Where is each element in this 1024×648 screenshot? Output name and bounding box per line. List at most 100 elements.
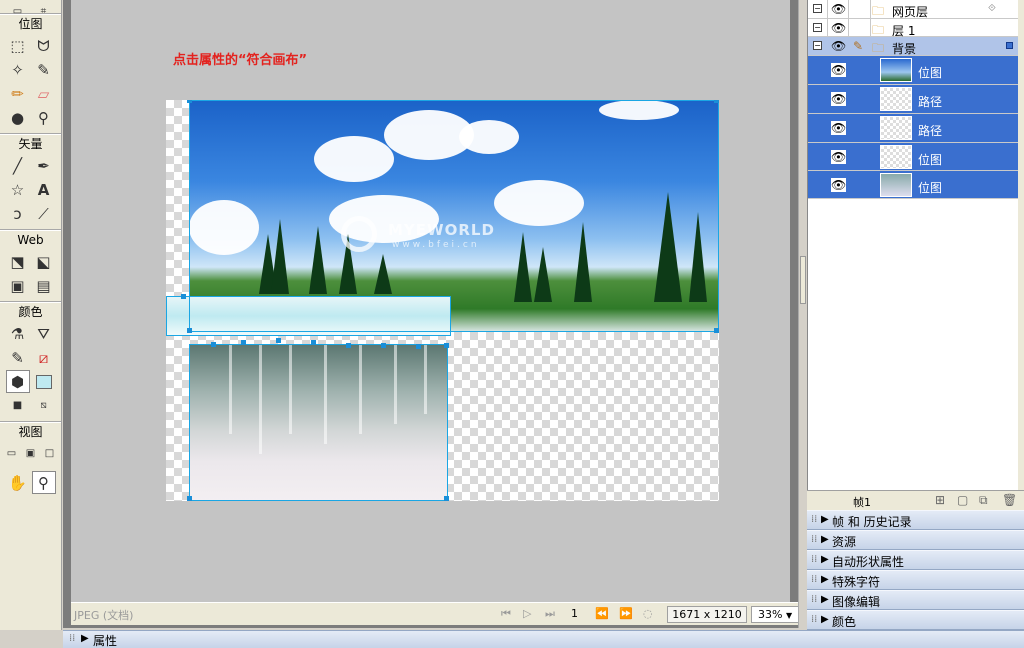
next-frame-icon[interactable]: ⏩ <box>619 607 633 620</box>
panel-frames-history[interactable]: ⁞⁞ ▶ 帧 和 历史记录 <box>807 510 1024 530</box>
paint-bucket-icon[interactable]: ⛛ <box>32 322 56 345</box>
zoom-select[interactable]: 33% ▼ <box>751 606 799 623</box>
magic-wand-icon[interactable]: ✧ <box>6 58 30 81</box>
slice-icon[interactable]: ⬕ <box>32 250 56 273</box>
panel-colors[interactable]: ⁞⁞ ▶ 颜色 <box>807 610 1024 630</box>
lasso-icon[interactable]: ᗢ <box>32 34 56 57</box>
eye-icon[interactable]: 👁 <box>831 39 846 53</box>
default-colors-icon[interactable]: ■ <box>6 394 30 417</box>
object-row[interactable]: 👁 位图 <box>808 171 1019 199</box>
brush-icon[interactable]: ✎ <box>32 58 56 81</box>
layer-row-active[interactable]: − 👁 ✎ 🗀 背景 <box>808 37 1019 56</box>
fill-swatch[interactable] <box>32 370 56 393</box>
collapse-icon[interactable]: − <box>813 23 822 32</box>
duplicate-icon[interactable]: ⧉ <box>979 493 988 508</box>
path-point[interactable] <box>416 344 421 349</box>
play-icon[interactable]: ▷ <box>523 607 531 620</box>
panel-special-chars[interactable]: ⁞⁞ ▶ 特殊字符 <box>807 570 1024 590</box>
expand-arrow-icon[interactable]: ▶ <box>821 594 829 605</box>
fill-color-icon[interactable]: ⬢ <box>5 370 30 393</box>
zoom-icon[interactable]: ⚲ <box>31 471 56 494</box>
canvas-dimensions[interactable]: 1671 x 1210 <box>667 606 747 623</box>
selection-handle[interactable] <box>181 294 186 299</box>
panel-autoshape[interactable]: ⁞⁞ ▶ 自动形状属性 <box>807 550 1024 570</box>
last-frame-icon[interactable]: ⏭ <box>545 607 555 621</box>
eye-icon[interactable]: 👁 <box>831 2 846 16</box>
trash-icon[interactable]: 🗑 <box>1002 493 1017 507</box>
fullscreen-icon[interactable]: □ <box>41 442 59 465</box>
layer-row[interactable]: − 👁 🗀 层 1 <box>808 19 1019 38</box>
exit-bitmap-icon[interactable]: ◌ <box>643 607 653 620</box>
star-shape-icon[interactable]: ☆ <box>6 178 30 201</box>
layer-row[interactable]: − 👁 🗀 网页层 ⟐ <box>808 0 1019 19</box>
hand-icon[interactable]: ✋ <box>6 471 30 494</box>
blur-icon[interactable]: ● <box>6 106 30 129</box>
expand-arrow-icon[interactable]: ▶ <box>821 554 829 565</box>
frame-label[interactable]: 帧1 <box>853 494 871 510</box>
layers-scrollbar[interactable] <box>1018 0 1024 490</box>
eraser-icon[interactable]: ▱ <box>32 82 56 105</box>
expand-arrow-icon[interactable]: ▶ <box>821 574 829 585</box>
collapse-icon[interactable]: − <box>813 41 822 50</box>
canvas-area[interactable]: 点击属性的“符合画布” MYEWORLD www.bfei.cn <box>71 0 790 602</box>
object-row[interactable]: 👁 位图 <box>808 56 1019 85</box>
knife-icon[interactable]: ⟋ <box>32 202 56 225</box>
stroke-color-icon[interactable]: ✎ <box>6 346 30 369</box>
standard-screen-icon[interactable]: ▭ <box>3 442 21 465</box>
eyedropper-icon[interactable]: ⚗ <box>6 322 30 345</box>
prev-frame-icon[interactable]: ⏪ <box>595 607 609 620</box>
hotspot-icon[interactable]: ⬔ <box>6 250 30 273</box>
selection-handle[interactable] <box>714 100 719 103</box>
path-point[interactable] <box>346 343 351 348</box>
object-row[interactable]: 👁 路径 <box>808 85 1019 114</box>
pen-icon[interactable]: ✒ <box>32 154 56 177</box>
object-row[interactable]: 👁 位图 <box>808 143 1019 171</box>
eye-icon[interactable]: 👁 <box>831 63 847 77</box>
current-frame[interactable]: 1 <box>571 607 578 620</box>
marquee-icon[interactable]: ⬚ <box>6 34 30 57</box>
selection-handle[interactable] <box>714 328 719 333</box>
selection-handle[interactable] <box>187 496 192 501</box>
first-frame-icon[interactable]: ⏮ <box>501 607 511 621</box>
line-icon[interactable]: ╱ <box>6 154 30 177</box>
freeform-icon[interactable]: ↄ <box>6 202 30 225</box>
hide-hotspot-icon[interactable]: ▣ <box>6 274 30 297</box>
path-point[interactable] <box>241 340 246 345</box>
expand-arrow-icon[interactable]: ▶ <box>821 514 829 525</box>
selection-handle[interactable] <box>444 343 449 348</box>
panel-image-edit[interactable]: ⁞⁞ ▶ 图像编辑 <box>807 590 1024 610</box>
eye-icon[interactable]: 👁 <box>831 150 847 164</box>
water-edge-bitmap[interactable] <box>166 296 451 336</box>
selection-handle[interactable] <box>187 100 192 103</box>
stroke-swatch[interactable]: ⧄ <box>32 346 56 369</box>
new-layer-icon[interactable]: ▢ <box>957 493 968 507</box>
path-point[interactable] <box>211 342 216 347</box>
panel-assets[interactable]: ⁞⁞ ▶ 资源 <box>807 530 1024 550</box>
fullscreen-menu-icon[interactable]: ▣ <box>22 442 40 465</box>
selection-handle[interactable] <box>444 496 449 501</box>
eye-icon[interactable]: 👁 <box>831 21 846 35</box>
pencil-icon[interactable]: ✏ <box>6 82 30 105</box>
edit-pencil-icon[interactable]: ✎ <box>853 39 863 53</box>
text-icon[interactable]: A <box>32 178 56 201</box>
path-point[interactable] <box>276 338 281 343</box>
show-hotspot-icon[interactable]: ▤ <box>32 274 56 297</box>
rubber-stamp-icon[interactable]: ⚲ <box>32 106 56 129</box>
selection-handle[interactable] <box>187 328 192 333</box>
expand-arrow-icon[interactable]: ▶ <box>821 614 829 625</box>
eye-icon[interactable]: 👁 <box>831 121 847 135</box>
collapse-icon[interactable]: − <box>813 4 822 13</box>
eye-icon[interactable]: 👁 <box>831 178 847 192</box>
eye-icon[interactable]: 👁 <box>831 92 847 106</box>
splitter-grip[interactable] <box>800 256 806 304</box>
no-color-icon[interactable]: ⧅ <box>32 394 56 417</box>
path-point[interactable] <box>311 340 316 345</box>
expand-arrow-icon[interactable]: ▶ <box>821 534 829 545</box>
waterfall-bitmap[interactable] <box>189 344 448 501</box>
panel-splitter[interactable] <box>798 0 806 628</box>
properties-panel[interactable]: ⁞⁞ ▶ 属性 <box>63 630 1024 648</box>
path-point[interactable] <box>381 343 386 348</box>
object-row[interactable]: 👁 路径 <box>808 114 1019 143</box>
canvas[interactable]: MYEWORLD www.bfei.cn <box>166 100 719 501</box>
new-sublayer-icon[interactable]: ⊞ <box>935 493 945 507</box>
